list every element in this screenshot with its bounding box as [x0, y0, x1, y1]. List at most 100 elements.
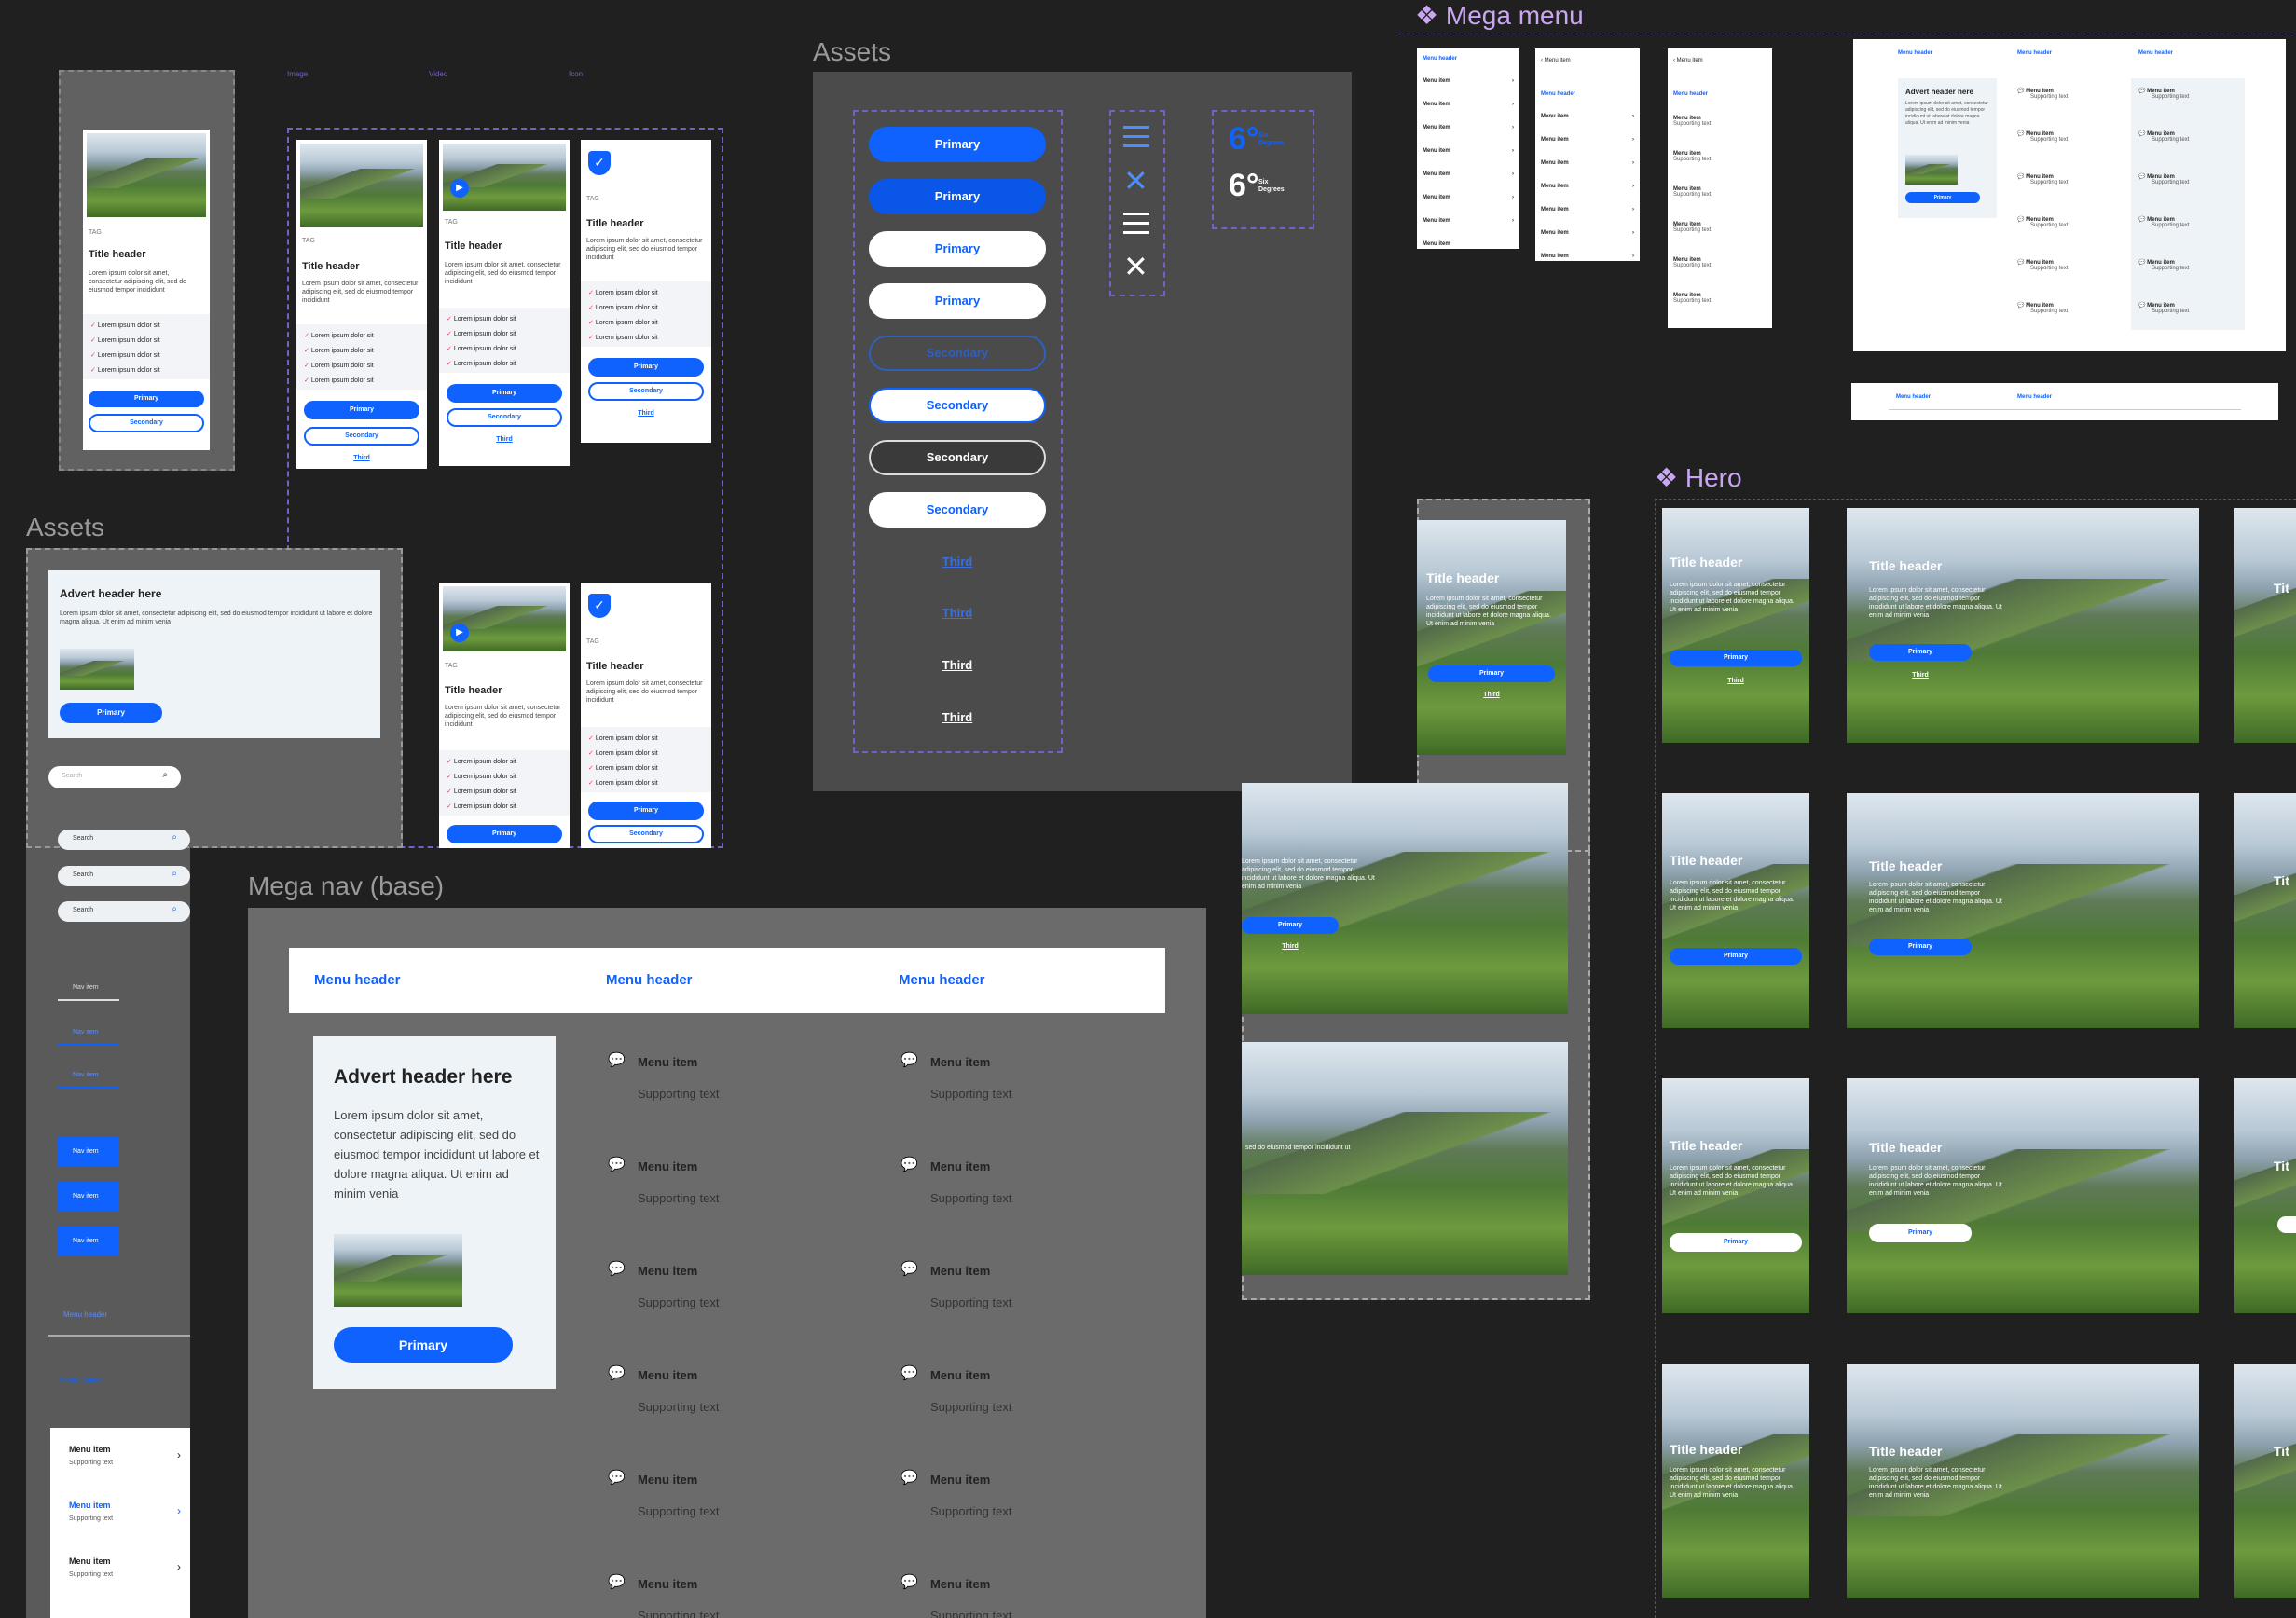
menu-item[interactable]: Menu item Supporting text ›: [50, 1540, 190, 1596]
primary-button[interactable]: Primary: [447, 825, 562, 843]
hamburger-menu-icon-white[interactable]: [1123, 213, 1149, 235]
secondary-button[interactable]: Secondary: [588, 382, 704, 401]
search-icon[interactable]: ⌕: [172, 832, 177, 843]
menu-item[interactable]: 💬 Menu item Supporting text: [2017, 302, 2068, 314]
menu-item[interactable]: Menu item ›: [1423, 218, 1514, 224]
menu-item[interactable]: Menu item ›: [1423, 125, 1514, 130]
menu-item-active[interactable]: Menu item Supporting text ›: [50, 1484, 190, 1540]
menu-item[interactable]: 💬 Menu item Supporting text: [2138, 216, 2189, 228]
primary-button[interactable]: Primary: [89, 391, 204, 407]
back-button[interactable]: ‹ Menu item: [1673, 58, 1703, 63]
third-link[interactable]: Third: [869, 606, 1046, 620]
primary-button[interactable]: Primary: [588, 802, 704, 820]
menu-item[interactable]: 💬 Menu item Supporting text: [899, 1573, 1122, 1618]
primary-button[interactable]: Primary: [447, 384, 562, 403]
menu-item[interactable]: Menu item ›: [1541, 230, 1634, 236]
menu-item[interactable]: Menu item ›: [1423, 195, 1514, 200]
menu-header-tab[interactable]: Menu header: [2138, 50, 2173, 56]
menu-item[interactable]: 💬 Menu item Supporting text: [899, 1364, 1122, 1420]
search-icon[interactable]: ⌕: [162, 770, 168, 780]
primary-button-white[interactable]: Primary: [1670, 1233, 1802, 1252]
menu-item[interactable]: 💬 Menu item Supporting text: [899, 1156, 1122, 1212]
secondary-button[interactable]: Secondary: [304, 427, 419, 446]
menu-item[interactable]: 💬 Menu item Supporting text: [899, 1469, 1122, 1525]
primary-button[interactable]: Primary: [304, 401, 419, 419]
secondary-button-disabled[interactable]: Secondary: [869, 336, 1046, 371]
third-link[interactable]: Third: [581, 410, 711, 417]
nav-item-default[interactable]: Nav item: [58, 977, 119, 1001]
primary-button[interactable]: Primary: [60, 703, 162, 723]
menu-item[interactable]: Menu item Supporting text: [1673, 257, 1711, 268]
menu-item[interactable]: Menu item ›: [1423, 148, 1514, 154]
third-link[interactable]: Third: [296, 455, 427, 461]
nav-item-active[interactable]: Nav item: [58, 1064, 119, 1089]
menu-item[interactable]: 💬 Menu item Supporting text: [606, 1051, 830, 1107]
close-icon-white[interactable]: ✕: [1123, 252, 1148, 281]
menu-item[interactable]: 💬 Menu item Supporting text: [606, 1573, 830, 1618]
menu-header-tab[interactable]: Menu header: [2017, 50, 2052, 56]
menu-header-tab[interactable]: Menu header: [48, 1305, 190, 1337]
search-field[interactable]: Search ⌕: [58, 830, 190, 850]
primary-button[interactable]: Primary: [1428, 665, 1555, 682]
search-field[interactable]: Search ⌕: [58, 901, 190, 922]
secondary-button[interactable]: Secondary: [588, 825, 704, 843]
primary-button-white-cropped[interactable]: [2277, 1216, 2296, 1233]
primary-button[interactable]: Primary: [1670, 948, 1802, 965]
menu-item[interactable]: Menu item ›: [1541, 207, 1634, 213]
menu-item[interactable]: 💬 Menu item Supporting text: [2138, 302, 2189, 314]
primary-button[interactable]: Primary: [1869, 939, 1972, 955]
third-link-white[interactable]: Third: [869, 658, 1046, 672]
menu-item[interactable]: Menu item ›: [1541, 160, 1634, 166]
menu-item[interactable]: Menu item Supporting text: [1673, 116, 1711, 127]
third-link[interactable]: Third: [869, 555, 1046, 569]
menu-item[interactable]: Menu item ›: [1423, 78, 1514, 84]
menu-item[interactable]: 💬 Menu item Supporting text: [2138, 130, 2189, 143]
card-video[interactable]: ▶: [443, 586, 566, 651]
menu-item[interactable]: Menu item Supporting text: [1673, 151, 1711, 162]
secondary-button-dark[interactable]: Secondary: [869, 440, 1046, 475]
secondary-button[interactable]: Secondary: [89, 414, 204, 432]
third-link[interactable]: Third: [1869, 672, 1972, 679]
menu-item[interactable]: 💬 Menu item Supporting text: [2017, 88, 2068, 100]
primary-button-inverse[interactable]: Primary: [869, 283, 1046, 319]
menu-item[interactable]: Menu item Supporting text: [1673, 186, 1711, 198]
menu-item[interactable]: Menu item Supporting text ›: [50, 1428, 190, 1484]
play-icon[interactable]: ▶: [450, 624, 469, 642]
menu-item[interactable]: Menu item ›: [1541, 254, 1634, 259]
menu-item[interactable]: 💬 Menu item Supporting text: [2017, 173, 2068, 185]
play-icon[interactable]: ▶: [450, 179, 469, 198]
third-link[interactable]: Third: [1662, 678, 1809, 684]
menu-header-tab-2[interactable]: Menu header: [606, 972, 693, 988]
menu-item[interactable]: 💬 Menu item Supporting text: [899, 1260, 1122, 1316]
third-link[interactable]: Third: [1417, 692, 1566, 698]
nav-item-filled[interactable]: Nav item: [58, 1227, 119, 1256]
menu-item[interactable]: Menu item ›: [1423, 102, 1514, 107]
menu-header-tab[interactable]: Menu header: [48, 1370, 190, 1398]
menu-item[interactable]: 💬 Menu item Supporting text: [606, 1260, 830, 1316]
menu-item[interactable]: 💬 Menu item Supporting text: [899, 1051, 1122, 1107]
menu-header-tab-3[interactable]: Menu header: [899, 972, 985, 988]
menu-item[interactable]: Menu item ›: [1423, 171, 1514, 177]
search-field[interactable]: Search ⌕: [58, 866, 190, 886]
menu-item[interactable]: Menu item Supporting text: [1673, 222, 1711, 233]
menu-item[interactable]: 💬 Menu item Supporting text: [2138, 173, 2189, 185]
primary-button[interactable]: Primary: [1242, 917, 1339, 934]
menu-header-tab-1[interactable]: Menu header: [314, 972, 401, 988]
menu-item[interactable]: Menu item ›: [1541, 114, 1634, 119]
nav-item-filled[interactable]: Nav item: [58, 1182, 119, 1212]
primary-button-hover[interactable]: Primary: [869, 179, 1046, 214]
menu-header-tab[interactable]: Menu header: [1898, 50, 1932, 56]
menu-header-tab[interactable]: Menu header: [2017, 394, 2052, 400]
primary-button[interactable]: Primary: [334, 1327, 513, 1363]
primary-button[interactable]: Primary: [869, 127, 1046, 162]
close-icon[interactable]: ✕: [1123, 166, 1148, 196]
third-link-white[interactable]: Third: [869, 710, 1046, 724]
primary-button[interactable]: Primary: [1869, 644, 1972, 661]
search-field-light[interactable]: Search ⌕: [48, 766, 181, 788]
third-link[interactable]: Third: [439, 436, 570, 443]
search-icon[interactable]: ⌕: [172, 869, 177, 879]
secondary-button[interactable]: Secondary: [447, 408, 562, 427]
menu-item[interactable]: Menu item: [1423, 241, 1514, 247]
menu-item[interactable]: Menu item ›: [1541, 184, 1634, 189]
primary-button-inverse[interactable]: Primary: [869, 231, 1046, 267]
